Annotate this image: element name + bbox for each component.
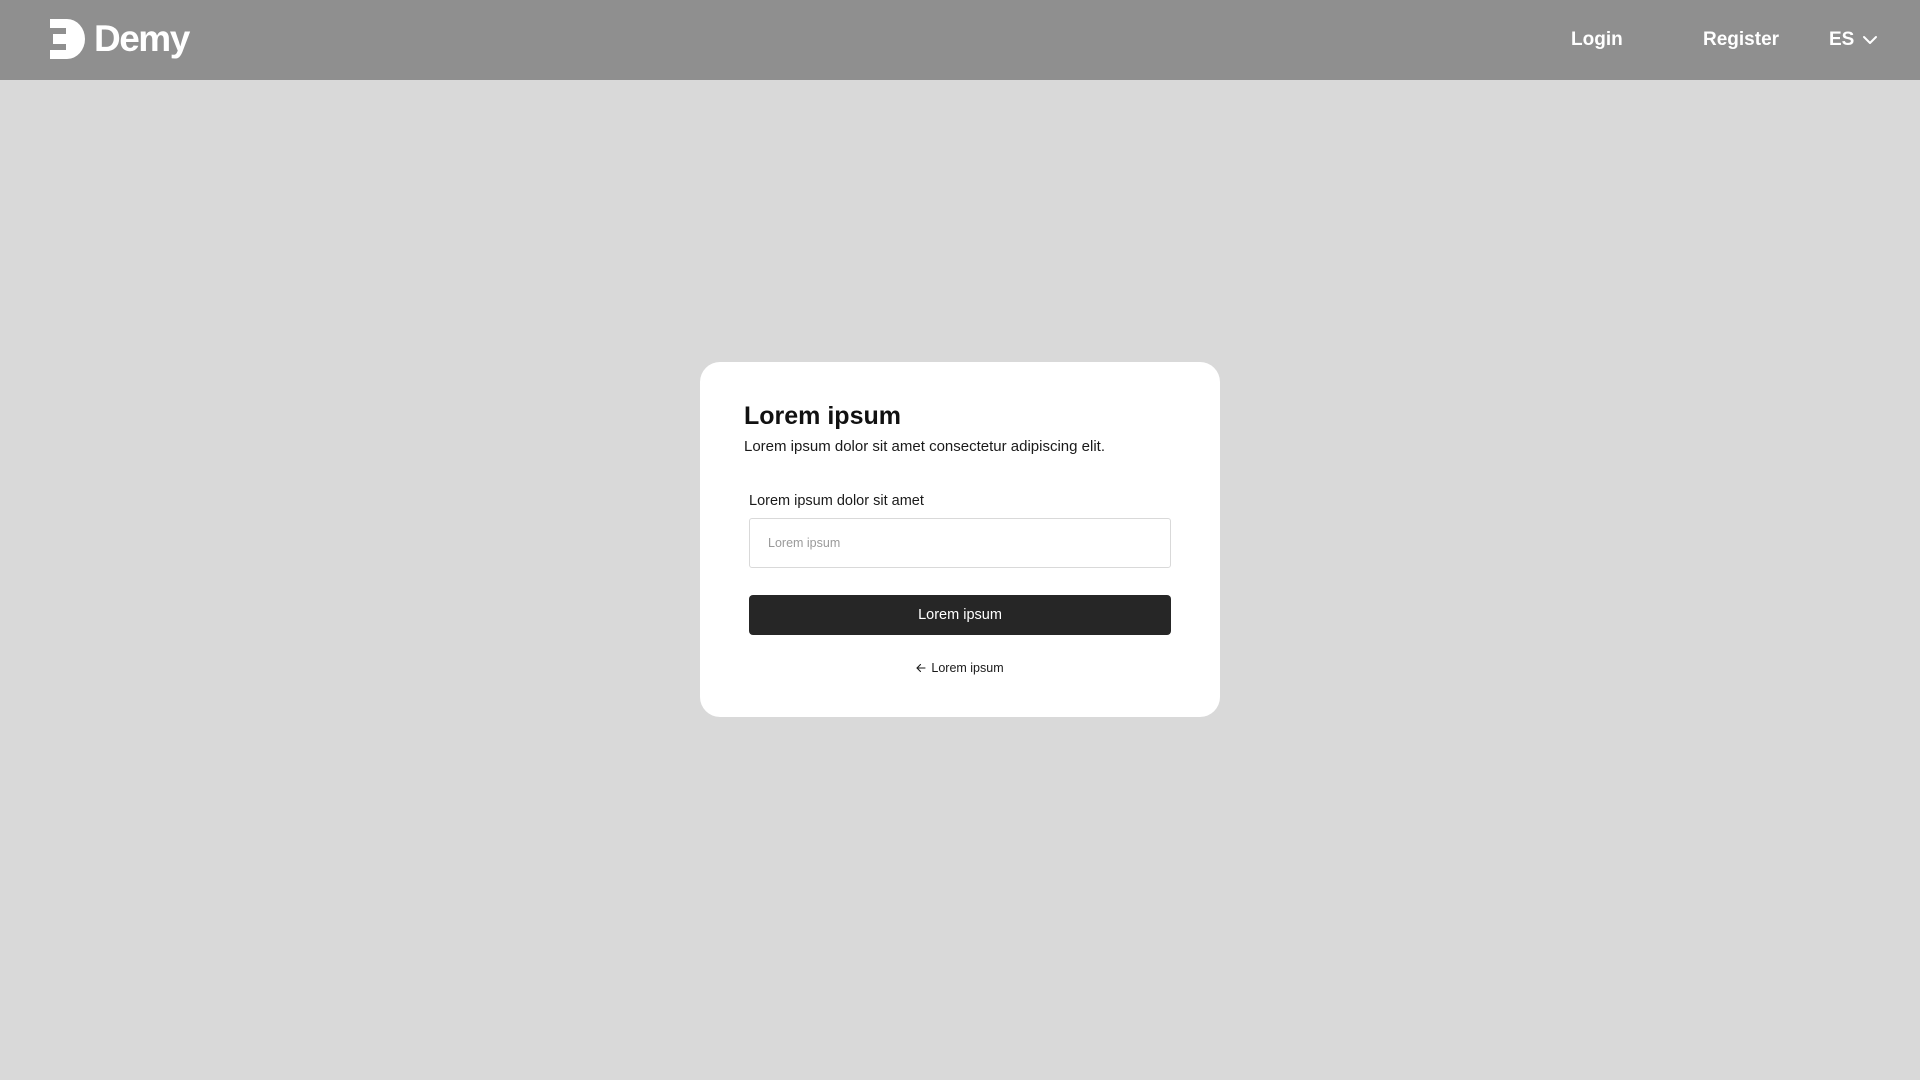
back-link[interactable]: Lorem ipsum	[916, 660, 1004, 676]
submit-button[interactable]: Lorem ipsum	[749, 595, 1171, 635]
field-label: Lorem ipsum dolor sit amet	[749, 493, 924, 509]
back-link-row: Lorem ipsum	[700, 660, 1220, 677]
language-selected: ES	[1829, 29, 1855, 50]
demy-logo-icon	[50, 19, 85, 59]
form-card: Lorem ipsum Lorem ipsum dolor sit amet c…	[700, 362, 1220, 717]
brand-logo[interactable]: Demy	[50, 18, 190, 60]
back-link-label: Lorem ipsum	[931, 661, 1004, 675]
top-header: Demy Login Register ES	[0, 0, 1920, 80]
card-title: Lorem ipsum	[744, 402, 901, 430]
arrow-left-icon	[916, 663, 926, 673]
language-selector[interactable]: ES	[1829, 28, 1878, 52]
nav-login-link[interactable]: Login	[1571, 28, 1623, 52]
nav-register-link[interactable]: Register	[1703, 28, 1779, 52]
brand-name: Demy	[94, 18, 190, 59]
chevron-down-icon	[1863, 36, 1878, 44]
text-input[interactable]	[749, 518, 1171, 568]
card-subtitle: Lorem ipsum dolor sit amet consectetur a…	[744, 438, 1105, 455]
